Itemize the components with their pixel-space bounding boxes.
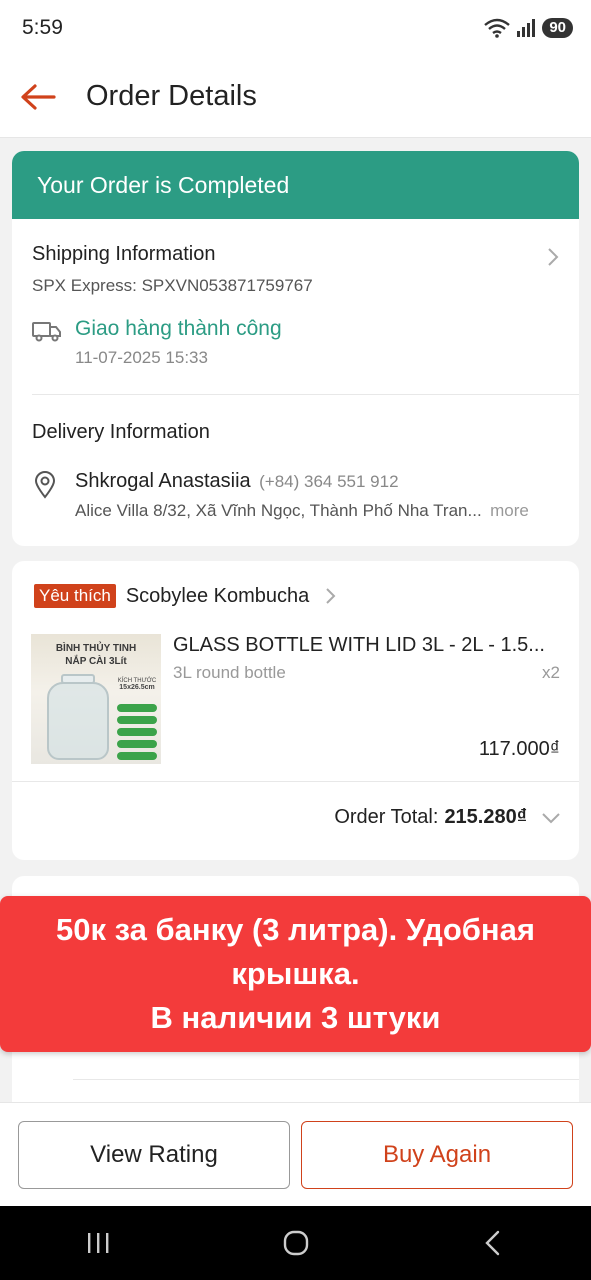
page-title: Order Details (86, 80, 257, 112)
recent-apps-icon[interactable] (84, 1230, 114, 1256)
chevron-down-icon (542, 812, 560, 823)
product-image-title: BÌNH THỦY TINH NẮP CÀI 3Lít (55, 643, 137, 667)
more-link[interactable]: more (490, 501, 529, 520)
status-bar: 5:59 90 (0, 0, 591, 56)
bottle-lid (61, 674, 95, 684)
delivery-address: Alice Villa 8/32, Xã Vĩnh Ngọc, Thành Ph… (75, 501, 482, 520)
location-pin-icon (34, 471, 56, 499)
favorite-shop-badge: Yêu thích (34, 584, 116, 608)
recipient-phone: (+84) 364 551 912 (259, 472, 399, 491)
home-icon[interactable] (281, 1228, 311, 1258)
divider (73, 1079, 579, 1080)
overlay-line-2: крышка. (231, 956, 360, 991)
signal-icon (517, 19, 536, 37)
product-image[interactable]: BÌNH THỦY TINH NẮP CÀI 3Lít KÍCH THƯỚC 1… (31, 634, 161, 764)
delivery-info-section: Delivery Information Shkrogal Anastasiia… (12, 395, 579, 545)
divider (12, 781, 579, 782)
overlay-line-3: В наличии 3 штуки (150, 1000, 441, 1035)
shipping-timestamp: 11-07-2025 15:33 (75, 348, 208, 367)
product-card: Yêu thích Scobylee Kombucha BÌNH THỦY TI… (12, 561, 579, 860)
buy-again-button[interactable]: Buy Again (301, 1120, 573, 1189)
truck-icon (32, 322, 61, 342)
back-button[interactable] (0, 56, 76, 138)
system-nav-bar (0, 1206, 591, 1280)
bottom-action-bar: View Rating Buy Again (0, 1102, 591, 1206)
overlay-line-1: 50к за банку (3 литра). Удобная (56, 912, 535, 947)
product-price: 117.000₫ (478, 738, 560, 760)
product-variant: 3L round bottle (173, 663, 286, 682)
shipping-info-section[interactable]: Shipping Information SPX Express: SPXVN0… (12, 219, 579, 394)
order-total-value: 215.280₫ (444, 806, 527, 828)
status-time: 5:59 (22, 16, 63, 39)
recipient-name: Shkrogal Anastasiia (75, 470, 251, 492)
order-total-row[interactable]: Order Total: 215.280₫ (334, 806, 561, 829)
recipient-line: Shkrogal Anastasiia (+84) 364 551 912 (75, 470, 399, 493)
shipping-info-title: Shipping Information (32, 243, 216, 265)
promo-overlay: 50к за банку (3 литра). Удобная крышка. … (0, 896, 591, 1052)
shop-row[interactable]: Yêu thích Scobylee Kombucha (34, 584, 337, 608)
chevron-right-icon (548, 248, 559, 266)
bottle-shape (47, 682, 109, 760)
address-line: Alice Villa 8/32, Xã Vĩnh Ngọc, Thành Ph… (75, 501, 560, 521)
order-total-label: Order Total: (334, 806, 439, 828)
arrow-left-icon (21, 83, 56, 110)
app-header: Order Details (0, 56, 591, 138)
battery-indicator: 90 (542, 18, 573, 38)
view-rating-button[interactable]: View Rating (18, 1120, 290, 1189)
shipping-status: Giao hàng thành công (75, 317, 282, 340)
delivery-info-title: Delivery Information (32, 421, 210, 443)
shipping-carrier: SPX Express: SPXVN053871759767 (32, 276, 313, 295)
product-size-label: KÍCH THƯỚC 15x26.5cm (117, 678, 157, 691)
chevron-right-icon (326, 588, 336, 604)
order-status-banner: Your Order is Completed (12, 151, 579, 219)
status-icons: 90 (484, 18, 573, 38)
wifi-icon (484, 18, 511, 38)
back-nav-icon[interactable] (478, 1228, 508, 1258)
shop-name: Scobylee Kombucha (125, 584, 310, 607)
product-title[interactable]: GLASS BOTTLE WITH LID 3L - 2L - 1.5... (173, 634, 563, 657)
feature-pills (117, 704, 157, 760)
product-quantity: x2 (542, 663, 560, 682)
order-status-card: Your Order is Completed Shipping Informa… (12, 151, 579, 546)
